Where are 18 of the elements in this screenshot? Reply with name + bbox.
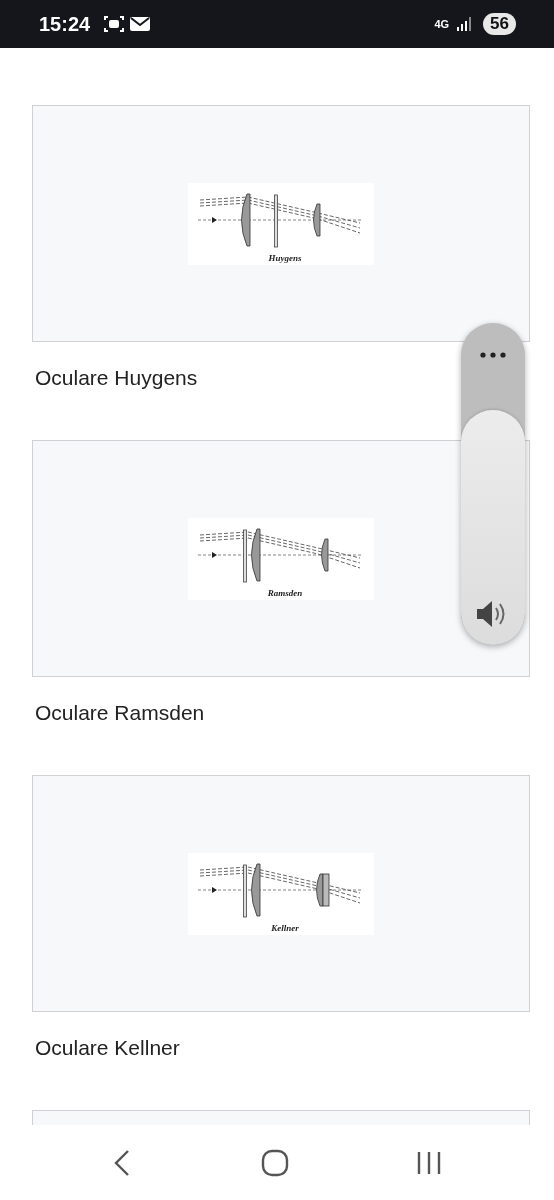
signal-icon <box>457 17 472 31</box>
recent-apps-icon[interactable] <box>416 1150 442 1175</box>
card-title[interactable]: Oculare Huygens <box>32 342 530 440</box>
home-icon[interactable] <box>261 1148 289 1177</box>
screenshot-icon <box>104 15 125 33</box>
battery-indicator: 56 <box>483 13 516 35</box>
volume-slider[interactable] <box>461 323 525 645</box>
mail-icon <box>130 16 151 32</box>
card-title[interactable]: Oculare Kellner <box>32 1012 530 1110</box>
image-card[interactable]: Huygens <box>32 105 530 342</box>
card-title[interactable]: Oculare Ramsden <box>32 677 530 775</box>
diagram-caption: Kellner <box>271 922 299 933</box>
clock: 15:24 <box>39 12 91 36</box>
diagram-caption: Huygens <box>268 252 302 263</box>
more-icon[interactable] <box>480 352 506 358</box>
network-label: 4G <box>434 18 450 30</box>
diagram-caption: Ramsden <box>267 587 303 598</box>
image-card[interactable]: Kellner <box>32 775 530 1012</box>
